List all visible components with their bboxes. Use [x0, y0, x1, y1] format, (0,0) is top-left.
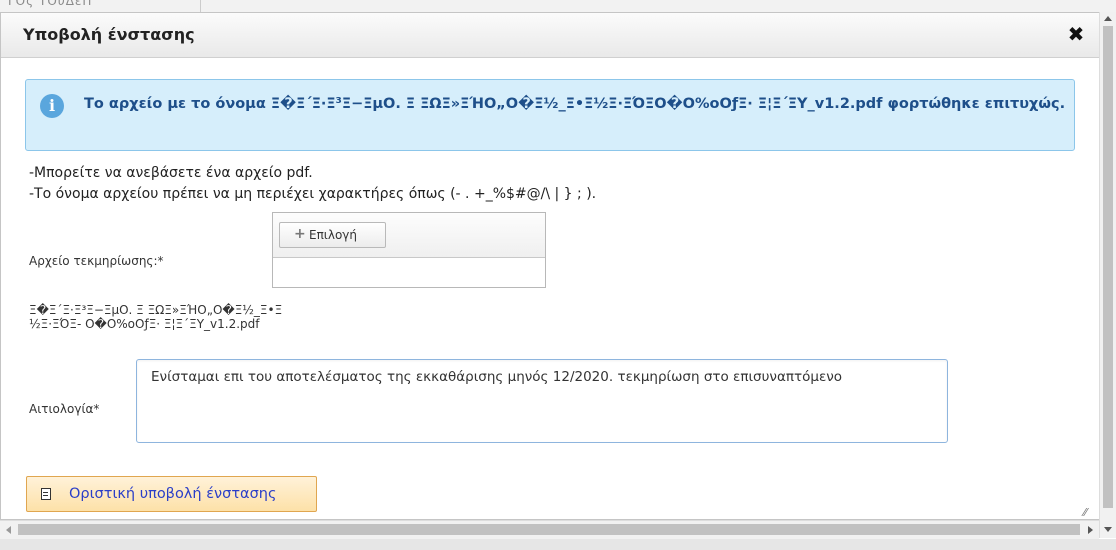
background-divider [200, 0, 201, 12]
choose-file-button[interactable]: + Επιλογή [279, 222, 386, 248]
info-icon: i [40, 94, 64, 118]
background-bottom-strip [0, 539, 1116, 550]
file-chooser-header: + Επιλογή [273, 213, 545, 258]
instruction-line-2: -Το όνομα αρχείου πρέπει να μη περιέχει … [29, 186, 597, 202]
scroll-down-icon[interactable] [1104, 527, 1112, 532]
scroll-left-icon[interactable] [6, 526, 11, 534]
resize-grip-icon[interactable]: ⁄⁄ [1083, 506, 1087, 519]
scroll-up-icon[interactable] [1104, 16, 1112, 21]
final-submit-label: Οριστική υποβολή ένστασης [69, 486, 277, 502]
choose-file-label: Επιλογή [309, 228, 358, 242]
final-submit-button[interactable]: Οριστική υποβολή ένστασης [26, 476, 317, 512]
dialog-titlebar[interactable]: Υποβολή ένστασης ✖ [1, 13, 1099, 58]
horizontal-scrollbar[interactable] [0, 520, 1099, 539]
instruction-line-1: -Μπορείτε να ανεβάσετε ένα αρχείο pdf. [29, 165, 313, 181]
upload-success-alert: i Το αρχείο με το όνομα Ξ�Ξ΄Ξ·Ξ³Ξ−ΞμΟ. Ξ… [25, 79, 1075, 151]
horizontal-scroll-thumb[interactable] [18, 524, 1080, 535]
close-icon[interactable]: ✖ [1065, 23, 1087, 45]
vertical-scroll-thumb[interactable] [1103, 26, 1113, 508]
background-tab-text: ΓΟς ΤΟυΔεΠ [8, 0, 93, 8]
scroll-right-icon[interactable] [1088, 526, 1093, 534]
reason-field-label: Αιτιολογία* [29, 402, 100, 416]
uploaded-filename: Ξ�Ξ΄Ξ·Ξ³Ξ−ΞμΟ. Ξ ΞΩΞ»ΞΉΟ„Ο�Ξ½_Ξ•Ξ½Ξ·ΞΌΞ-… [29, 303, 283, 331]
vertical-scrollbar[interactable] [1099, 12, 1116, 538]
dialog-title: Υποβολή ένστασης [23, 25, 195, 44]
document-icon [41, 488, 51, 500]
reason-textarea[interactable] [136, 359, 948, 443]
file-field-label: Αρχείο τεκμηρίωσης:* [29, 254, 164, 268]
plus-icon: + [294, 226, 306, 242]
file-chooser: + Επιλογή [272, 212, 546, 288]
alert-message: Το αρχείο με το όνομα Ξ�Ξ΄Ξ·Ξ³Ξ−ΞμΟ. Ξ Ξ… [84, 96, 1066, 112]
objection-dialog: Υποβολή ένστασης ✖ i Το αρχείο με το όνο… [0, 12, 1100, 520]
